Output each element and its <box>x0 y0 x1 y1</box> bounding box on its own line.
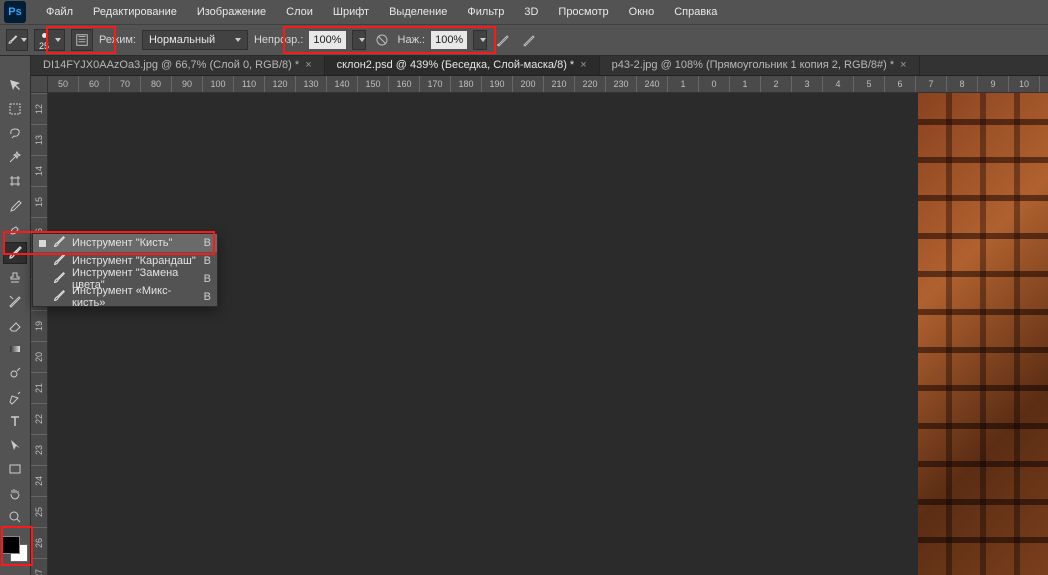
flow-input[interactable]: 100% <box>431 31 467 49</box>
brush-preset-picker[interactable]: 25 <box>34 29 65 51</box>
document-tab[interactable]: p43-2.jpg @ 108% (Прямоугольник 1 копия … <box>600 56 920 75</box>
flyout-shortcut: B <box>204 237 211 249</box>
document-tab-bar: DI14FYJX0AAzOa3.jpg @ 66,7% (Слой 0, RGB… <box>31 56 1048 76</box>
chevron-down-icon <box>359 38 365 42</box>
tool-history-brush[interactable] <box>3 290 27 312</box>
tab-label: склон2.psd @ 439% (Беседка, Слой-маска/8… <box>337 59 575 71</box>
document-tab[interactable]: склон2.psd @ 439% (Беседка, Слой-маска/8… <box>325 56 600 75</box>
ruler-origin[interactable] <box>31 76 48 93</box>
airbrush-icon[interactable] <box>493 30 513 50</box>
pressure-size-icon[interactable] <box>519 30 539 50</box>
tool-marquee[interactable] <box>3 98 27 120</box>
flyout-item[interactable]: Инструмент "Кисть" B <box>33 234 217 252</box>
brush-panel-toggle[interactable] <box>71 29 93 51</box>
menu-выделение[interactable]: Выделение <box>379 2 457 22</box>
color-swatches[interactable] <box>2 536 28 562</box>
options-bar: 25 Режим: Нормальный Непрозр.: 100% Наж.… <box>0 24 1048 56</box>
color-replace-icon <box>52 271 66 288</box>
horizontal-ruler[interactable]: 5060708090100110120130140150160170180190… <box>48 76 1048 93</box>
menu-просмотр[interactable]: Просмотр <box>548 2 618 22</box>
blend-mode-select[interactable]: Нормальный <box>142 30 248 50</box>
vertical-ruler[interactable]: 1213141516171819202122232425262728 <box>31 93 48 575</box>
tool-dodge[interactable] <box>3 362 27 384</box>
tool-spot-heal[interactable] <box>3 218 27 240</box>
tool-zoom[interactable] <box>3 506 27 528</box>
brush-tool-flyout: Инструмент "Кисть" B Инструмент "Карандаш"… <box>32 233 218 307</box>
tool-eraser[interactable] <box>3 314 27 336</box>
menu-редактирование[interactable]: Редактирование <box>83 2 187 22</box>
tool-gradient[interactable] <box>3 338 27 360</box>
canvas-area: 5060708090100110120130140150160170180190… <box>31 76 1048 575</box>
opacity-input[interactable]: 100% <box>309 31 345 49</box>
current-tool-preset[interactable] <box>6 29 28 51</box>
tools-panel <box>0 56 31 575</box>
tool-rectangle[interactable] <box>3 458 27 480</box>
brush-preview-dot <box>38 29 50 41</box>
tab-close-icon[interactable]: × <box>305 59 311 71</box>
blend-mode-value: Нормальный <box>149 34 215 46</box>
tab-close-icon[interactable]: × <box>900 59 906 71</box>
menu-окно[interactable]: Окно <box>619 2 665 22</box>
menu-изображение[interactable]: Изображение <box>187 2 276 22</box>
brush-icon <box>52 235 66 252</box>
tool-brush[interactable] <box>3 242 27 264</box>
foreground-color[interactable] <box>2 536 20 554</box>
menu-3d[interactable]: 3D <box>514 2 548 22</box>
chevron-down-icon <box>55 38 61 42</box>
menu-слои[interactable]: Слои <box>276 2 323 22</box>
flyout-shortcut: B <box>204 273 211 285</box>
flyout-shortcut: B <box>204 255 211 267</box>
menu-фильтр[interactable]: Фильтр <box>457 2 514 22</box>
pencil-icon <box>52 253 66 270</box>
flyout-item[interactable]: Инструмент «Микс-кисть» B <box>33 288 217 306</box>
flyout-label: Инструмент «Микс-кисть» <box>72 285 198 309</box>
brush-size-value: 25 <box>39 41 49 51</box>
tab-label: DI14FYJX0AAzOa3.jpg @ 66,7% (Слой 0, RGB… <box>43 59 299 71</box>
opacity-label: Непрозр.: <box>254 34 303 46</box>
menu-шрифт[interactable]: Шрифт <box>323 2 379 22</box>
menu-bar: Ps ФайлРедактированиеИзображениеСлоиШриф… <box>0 0 1048 24</box>
menu-файл[interactable]: Файл <box>36 2 83 22</box>
tool-pen[interactable] <box>3 386 27 408</box>
document-canvas[interactable] <box>48 93 1048 575</box>
flyout-label: Инструмент "Карандаш" <box>72 255 198 267</box>
tool-lasso[interactable] <box>3 122 27 144</box>
opacity-dropdown[interactable] <box>352 30 366 50</box>
flow-dropdown[interactable] <box>473 30 487 50</box>
tool-wand[interactable] <box>3 146 27 168</box>
chevron-down-icon <box>480 38 486 42</box>
tool-move[interactable] <box>3 74 27 96</box>
selected-marker <box>39 240 46 247</box>
flyout-label: Инструмент "Кисть" <box>72 237 198 249</box>
tool-path-select[interactable] <box>3 434 27 456</box>
flyout-shortcut: B <box>204 291 211 303</box>
tool-eyedropper[interactable] <box>3 194 27 216</box>
app-logo[interactable]: Ps <box>4 1 26 23</box>
image-content <box>918 93 1048 575</box>
flow-label: Наж.: <box>398 34 426 46</box>
tool-type[interactable] <box>3 410 27 432</box>
menu-справка[interactable]: Справка <box>664 2 727 22</box>
mixer-brush-icon <box>52 289 66 306</box>
pressure-opacity-icon[interactable] <box>372 30 392 50</box>
tool-crop[interactable] <box>3 170 27 192</box>
tab-close-icon[interactable]: × <box>580 59 586 71</box>
mode-label: Режим: <box>99 34 136 46</box>
chevron-down-icon <box>21 38 27 42</box>
chevron-down-icon <box>235 38 241 42</box>
document-tab[interactable]: DI14FYJX0AAzOa3.jpg @ 66,7% (Слой 0, RGB… <box>31 56 325 75</box>
tool-stamp[interactable] <box>3 266 27 288</box>
tool-hand[interactable] <box>3 482 27 504</box>
tab-label: p43-2.jpg @ 108% (Прямоугольник 1 копия … <box>612 59 895 71</box>
